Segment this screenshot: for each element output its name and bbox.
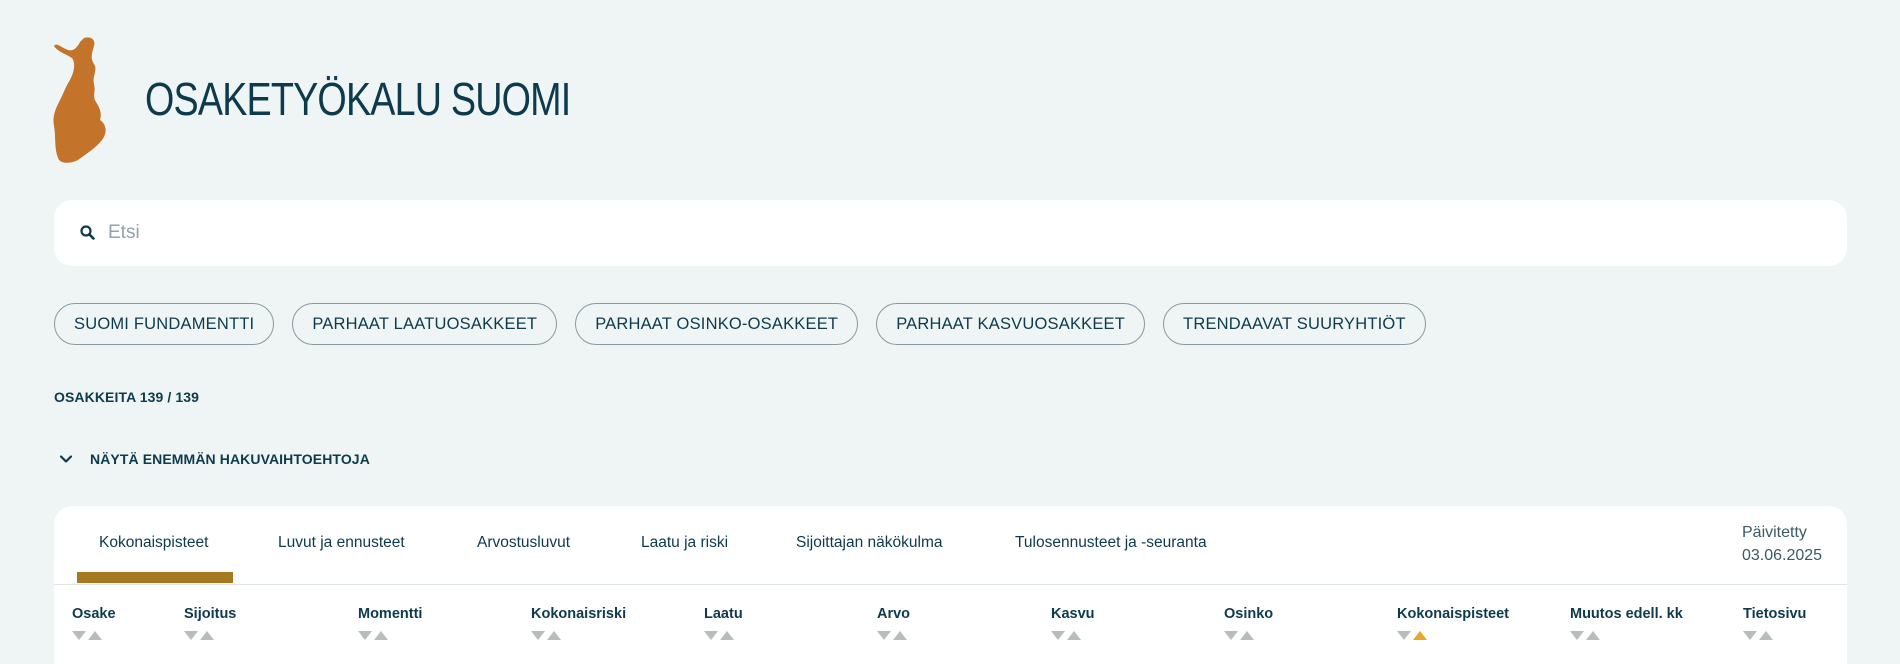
- sort-asc-icon[interactable]: [893, 631, 907, 640]
- finland-map-logo[interactable]: [52, 36, 114, 164]
- search-bar[interactable]: [54, 200, 1847, 266]
- sort-asc-icon[interactable]: [88, 631, 102, 640]
- column-label: Muutos edell. kk: [1570, 606, 1683, 622]
- sort-controls: [877, 631, 910, 640]
- sort-desc-icon[interactable]: [704, 631, 718, 640]
- chip-parhaat-laatuosakkeet[interactable]: PARHAAT LAATUOSAKKEET: [292, 303, 558, 345]
- app-title: OSAKETYÖKALU SUOMI: [145, 73, 571, 125]
- tab-luvut-ja-ennusteet[interactable]: Luvut ja ennusteet: [278, 534, 405, 552]
- column-header-osake[interactable]: Osake: [72, 606, 116, 640]
- chip-trendaavat-suuryhtiot[interactable]: TRENDAAVAT SUURYHTIÖT: [1163, 303, 1426, 345]
- sort-controls: [531, 631, 626, 640]
- chip-parhaat-osinko-osakkeet[interactable]: PARHAAT OSINKO-OSAKKEET: [575, 303, 859, 345]
- sort-asc-icon[interactable]: [1067, 631, 1081, 640]
- sort-desc-icon[interactable]: [358, 631, 372, 640]
- column-label: Kokonaisriski: [531, 606, 627, 622]
- sort-asc-icon[interactable]: [1759, 631, 1773, 640]
- column-header-arvo[interactable]: Arvo: [877, 606, 910, 640]
- tab-kokonaispisteet[interactable]: Kokonaispisteet: [99, 534, 208, 552]
- column-label: Sijoitus: [184, 606, 237, 622]
- sort-asc-active-icon[interactable]: [1413, 631, 1427, 640]
- search-icon: [80, 225, 95, 240]
- sort-asc-icon[interactable]: [1586, 631, 1600, 640]
- sort-asc-icon[interactable]: [547, 631, 561, 640]
- sort-desc-icon[interactable]: [1743, 631, 1757, 640]
- column-label: Kasvu: [1051, 606, 1095, 622]
- sort-controls: [704, 631, 743, 640]
- tab-laatu-ja-riski[interactable]: Laatu ja riski: [641, 534, 728, 552]
- active-tab-indicator: [77, 572, 233, 583]
- sort-asc-icon[interactable]: [720, 631, 734, 640]
- column-header-osinko[interactable]: Osinko: [1224, 606, 1273, 640]
- column-header-tietosivu[interactable]: Tietosivu: [1743, 606, 1806, 640]
- sort-desc-icon[interactable]: [72, 631, 86, 640]
- chevron-down-icon: [59, 455, 73, 463]
- sort-desc-icon[interactable]: [1397, 631, 1411, 640]
- column-header-momentti[interactable]: Momentti: [358, 606, 422, 640]
- last-updated-label: Päivitetty: [1742, 524, 1807, 541]
- results-panel: Kokonaispisteet Luvut ja ennusteet Arvos…: [54, 506, 1847, 664]
- sort-controls: [1397, 631, 1509, 640]
- sort-controls: [184, 631, 236, 640]
- header: [52, 36, 114, 164]
- sort-controls: [358, 631, 422, 640]
- preset-filter-chips: SUOMI FUNDAMENTTI PARHAAT LAATUOSAKKEET …: [54, 303, 1426, 345]
- sort-controls: [1743, 631, 1806, 640]
- more-search-options-toggle[interactable]: NÄYTÄ ENEMMÄN HAKUVAIHTOEHTOJA: [58, 451, 370, 467]
- tab-tulosennusteet-ja-seuranta[interactable]: Tulosennusteet ja -seuranta: [1015, 534, 1207, 552]
- sort-asc-icon[interactable]: [200, 631, 214, 640]
- column-header-sijoitus[interactable]: Sijoitus: [184, 606, 236, 640]
- more-search-options-label: NÄYTÄ ENEMMÄN HAKUVAIHTOEHTOJA: [90, 451, 370, 467]
- sort-desc-icon[interactable]: [1051, 631, 1065, 640]
- last-updated-date: 03.06.2025: [1742, 547, 1823, 564]
- column-label: Momentti: [358, 606, 423, 622]
- tab-arvostusluvut[interactable]: Arvostusluvut: [477, 534, 570, 552]
- sort-desc-icon[interactable]: [184, 631, 198, 640]
- sort-controls: [1570, 631, 1683, 640]
- sort-desc-icon[interactable]: [877, 631, 891, 640]
- column-label: Arvo: [877, 606, 911, 622]
- sort-desc-icon[interactable]: [1224, 631, 1238, 640]
- search-input[interactable]: [108, 222, 1808, 244]
- column-label: Laatu: [704, 606, 743, 622]
- tab-divider: [54, 584, 1847, 585]
- sort-controls: [1224, 631, 1273, 640]
- sort-desc-icon[interactable]: [1570, 631, 1584, 640]
- column-header-kasvu[interactable]: Kasvu: [1051, 606, 1095, 640]
- stock-count: OSAKKEITA 139 / 139: [54, 389, 200, 405]
- tab-sijoittajan-nakokulma[interactable]: Sijoittajan näkökulma: [796, 534, 942, 552]
- column-label: Osinko: [1224, 606, 1274, 622]
- column-label: Tietosivu: [1743, 606, 1807, 622]
- column-label: Kokonaispisteet: [1397, 606, 1509, 622]
- column-header-laatu[interactable]: Laatu: [704, 606, 743, 640]
- last-updated: Päivitetty 03.06.2025: [1742, 521, 1822, 567]
- sort-controls: [1051, 631, 1095, 640]
- column-header-kokonaispisteet[interactable]: Kokonaispisteet: [1397, 606, 1509, 640]
- column-label: Osake: [72, 606, 116, 622]
- chip-suomi-fundamentti[interactable]: SUOMI FUNDAMENTTI: [54, 303, 275, 345]
- chip-parhaat-kasvuosakkeet[interactable]: PARHAAT KASVUOSAKKEET: [876, 303, 1146, 345]
- sort-controls: [72, 631, 116, 640]
- sort-asc-icon[interactable]: [374, 631, 388, 640]
- tab-bar: Kokonaispisteet Luvut ja ennusteet Arvos…: [54, 506, 1847, 584]
- column-header-kokonaisriski[interactable]: Kokonaisriski: [531, 606, 626, 640]
- column-header-muutos-edell-kk[interactable]: Muutos edell. kk: [1570, 606, 1683, 640]
- sort-asc-icon[interactable]: [1240, 631, 1254, 640]
- sort-desc-icon[interactable]: [531, 631, 545, 640]
